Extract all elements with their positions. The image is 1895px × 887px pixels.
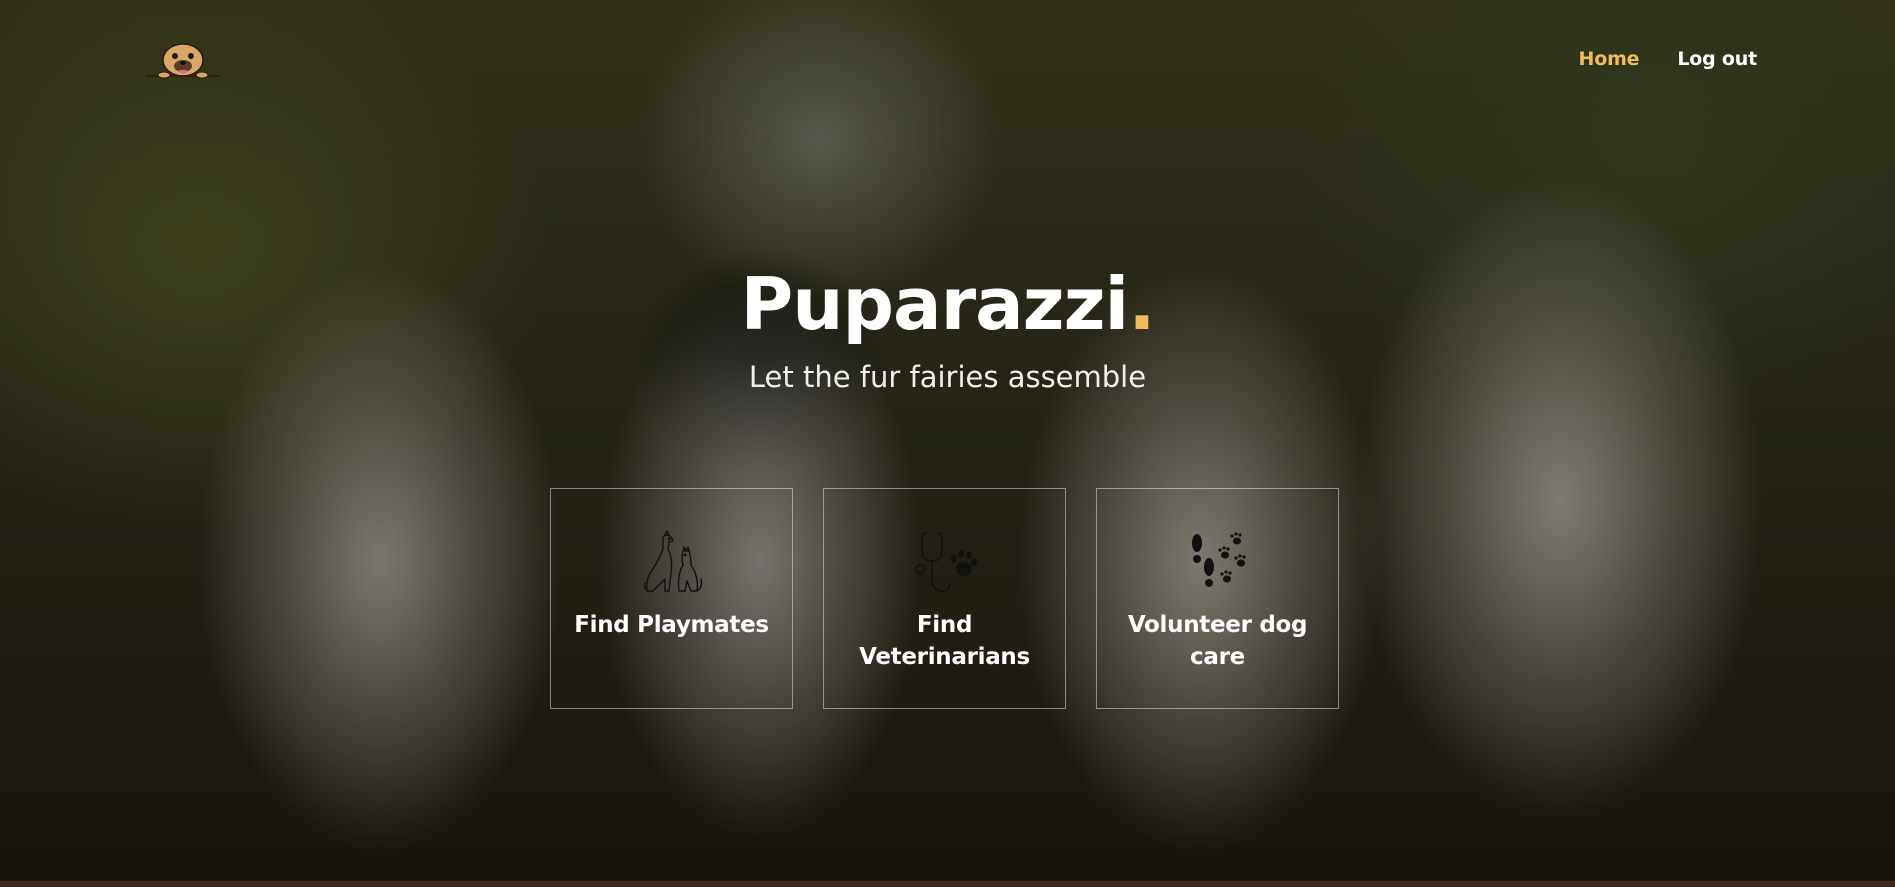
bottom-strip: [0, 881, 1895, 887]
page-title: Puparazzi.: [0, 262, 1895, 346]
page-title-text: Puparazzi: [740, 262, 1129, 346]
nav-logout-link[interactable]: Log out: [1677, 48, 1757, 70]
hero-section: Home Log out Puparazzi. Let the fur fair…: [0, 0, 1895, 887]
card-label: Find Playmates: [574, 612, 769, 638]
card-label: Find Veterinarians: [859, 612, 1030, 670]
feature-cards: Find Playmates Find Veterinarians Volunt…: [550, 488, 1339, 709]
page-title-dot: .: [1128, 262, 1155, 346]
dogs-icon: [643, 530, 702, 592]
card-find-veterinarians[interactable]: Find Veterinarians: [823, 488, 1066, 709]
card-find-playmates[interactable]: Find Playmates: [550, 488, 793, 709]
card-volunteer-dog-care[interactable]: Volunteer dog care: [1096, 488, 1339, 709]
main-nav: Home Log out: [1579, 48, 1758, 70]
page-subtitle: Let the fur fairies assemble: [748, 360, 1147, 394]
background-overlay: [0, 0, 1895, 887]
logo-link[interactable]: [144, 38, 222, 82]
footprints-paws-icon: [1191, 532, 1246, 587]
card-label: Volunteer dog care: [1127, 612, 1308, 670]
stethoscope-paw-icon: [914, 532, 977, 592]
pug-dog-logo-icon: [146, 43, 220, 79]
nav-home-link[interactable]: Home: [1579, 48, 1640, 70]
